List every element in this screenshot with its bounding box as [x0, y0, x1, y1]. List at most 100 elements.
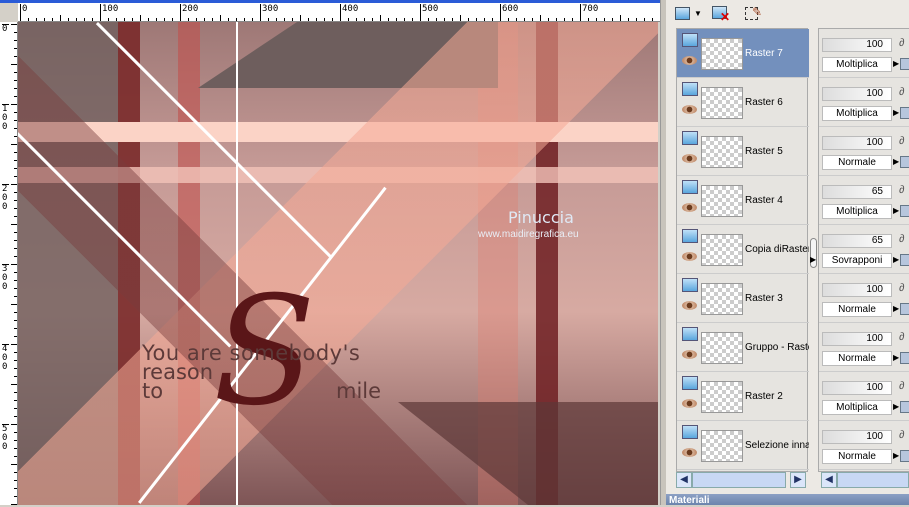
ruler-tick — [14, 296, 17, 297]
new-layer-icon[interactable] — [672, 4, 694, 24]
ruler-tick — [172, 18, 173, 21]
lock-icon[interactable] — [900, 254, 909, 266]
link-icon[interactable]: ∂ — [899, 429, 904, 441]
scroll-right-button[interactable]: ▶ — [790, 472, 806, 488]
layer-list-scrollbar[interactable] — [692, 472, 786, 488]
ruler-tick — [60, 15, 61, 21]
opacity-slider[interactable]: 65 — [822, 234, 892, 248]
ruler-tick — [476, 18, 477, 21]
link-icon[interactable]: ∂ — [899, 282, 904, 294]
layer-row[interactable]: Selezione innalzata — [677, 421, 809, 470]
blend-mode-select[interactable]: Normale — [822, 351, 892, 366]
blend-mode-select[interactable]: Sovrapponi — [822, 253, 892, 268]
expand-arrow-icon[interactable]: ▶ — [810, 255, 816, 264]
blend-mode-select[interactable]: Moltiplica — [822, 204, 892, 219]
link-icon[interactable]: ∂ — [899, 380, 904, 392]
visibility-eye-icon[interactable] — [682, 105, 697, 114]
ruler-tick — [372, 18, 373, 21]
edit-selection-icon[interactable]: ✎ — [742, 4, 764, 24]
blend-mode-select[interactable]: Moltiplica — [822, 106, 892, 121]
image-canvas[interactable]: Pinuccia www.maidiregrafica.eu S You are… — [18, 22, 658, 505]
link-icon[interactable]: ∂ — [899, 233, 904, 245]
horizontal-ruler: 0 100 200 300 400 500 600 700 — [18, 3, 660, 22]
lock-icon[interactable] — [900, 156, 909, 168]
link-icon[interactable]: ∂ — [899, 37, 904, 49]
opacity-slider[interactable]: 100 — [822, 38, 892, 52]
lock-icon[interactable] — [900, 450, 909, 462]
visibility-eye-icon[interactable] — [682, 203, 697, 212]
layer-row[interactable]: Raster 2 — [677, 372, 809, 421]
link-icon[interactable]: ∂ — [899, 86, 904, 98]
ruler-tick — [444, 18, 445, 21]
visibility-eye-icon[interactable] — [682, 448, 697, 457]
props-scrollbar[interactable] — [837, 472, 909, 488]
blend-mode-select[interactable]: Normale — [822, 302, 892, 317]
delete-layer-icon[interactable]: ✕ — [710, 4, 732, 24]
visibility-eye-icon[interactable] — [682, 252, 697, 261]
ruler-tick — [284, 18, 285, 21]
link-icon[interactable]: ∂ — [899, 331, 904, 343]
opacity-slider[interactable]: 100 — [822, 332, 892, 346]
dropdown-arrow-icon[interactable]: ▶ — [893, 353, 899, 362]
lock-icon[interactable] — [900, 352, 909, 364]
visibility-eye-icon[interactable] — [682, 301, 697, 310]
layer-thumbnail — [701, 381, 743, 413]
opacity-slider[interactable]: 100 — [822, 283, 892, 297]
scroll-left-button[interactable]: ◀ — [676, 472, 692, 488]
lock-icon[interactable] — [900, 107, 909, 119]
ruler-tick — [14, 336, 17, 337]
opacity-slider[interactable]: 100 — [822, 136, 892, 150]
layer-row[interactable]: Raster 4 — [677, 176, 809, 225]
chevron-down-icon[interactable]: ▼ — [694, 9, 702, 18]
blend-mode-select[interactable]: Moltiplica — [822, 57, 892, 72]
layer-row[interactable]: Gruppo - Raster — [677, 323, 809, 372]
opacity-value: 100 — [866, 88, 883, 99]
link-icon[interactable]: ∂ — [899, 184, 904, 196]
visibility-eye-icon[interactable] — [682, 154, 697, 163]
blend-mode-select[interactable]: Normale — [822, 155, 892, 170]
layers-panel: ▼ ✕ ✎ Raster 7 Raster 6 Raster 5 Raster 4 Co… — [666, 0, 909, 506]
visibility-eye-icon[interactable] — [682, 56, 697, 65]
layer-row[interactable]: Raster 6 — [677, 78, 809, 127]
dropdown-arrow-icon[interactable]: ▶ — [893, 157, 899, 166]
layer-row[interactable]: Raster 7 — [677, 29, 809, 78]
lock-icon[interactable] — [900, 303, 909, 315]
dropdown-arrow-icon[interactable]: ▶ — [893, 304, 899, 313]
link-icon[interactable]: ∂ — [899, 135, 904, 147]
dropdown-arrow-icon[interactable]: ▶ — [893, 59, 899, 68]
props-scroll-left-button[interactable]: ◀ — [821, 472, 837, 488]
visibility-eye-icon[interactable] — [682, 399, 697, 408]
ruler-tick — [548, 18, 549, 21]
layer-type-icon — [682, 33, 698, 47]
ruler-tick — [556, 18, 557, 21]
dropdown-arrow-icon[interactable]: ▶ — [893, 206, 899, 215]
ruler-tick — [636, 18, 637, 21]
ruler-tick — [14, 360, 17, 361]
lock-icon[interactable] — [900, 58, 909, 70]
ruler-tick — [316, 18, 317, 21]
ruler-tick — [14, 200, 17, 201]
visibility-eye-icon[interactable] — [682, 350, 697, 359]
blend-mode-select[interactable]: Moltiplica — [822, 400, 892, 415]
dropdown-arrow-icon[interactable]: ▶ — [893, 108, 899, 117]
blend-mode-select[interactable]: Normale — [822, 449, 892, 464]
dropdown-arrow-icon[interactable]: ▶ — [893, 255, 899, 264]
ruler-tick — [14, 160, 17, 161]
layer-row[interactable]: Raster 3 — [677, 274, 809, 323]
lock-icon[interactable] — [900, 401, 909, 413]
ruler-tick — [14, 448, 17, 449]
layer-row[interactable]: Raster 5 — [677, 127, 809, 176]
ruler-tick — [11, 144, 17, 145]
lock-icon[interactable] — [900, 205, 909, 217]
layer-thumbnail — [701, 136, 743, 168]
opacity-slider[interactable]: 100 — [822, 87, 892, 101]
opacity-slider[interactable]: 100 — [822, 381, 892, 395]
layer-row[interactable]: Copia diRaster — [677, 225, 809, 274]
opacity-slider[interactable]: 100 — [822, 430, 892, 444]
ruler-tick — [11, 464, 17, 465]
ruler-tick — [14, 48, 17, 49]
dropdown-arrow-icon[interactable]: ▶ — [893, 451, 899, 460]
ruler-tick — [44, 18, 45, 21]
opacity-slider[interactable]: 65 — [822, 185, 892, 199]
dropdown-arrow-icon[interactable]: ▶ — [893, 402, 899, 411]
